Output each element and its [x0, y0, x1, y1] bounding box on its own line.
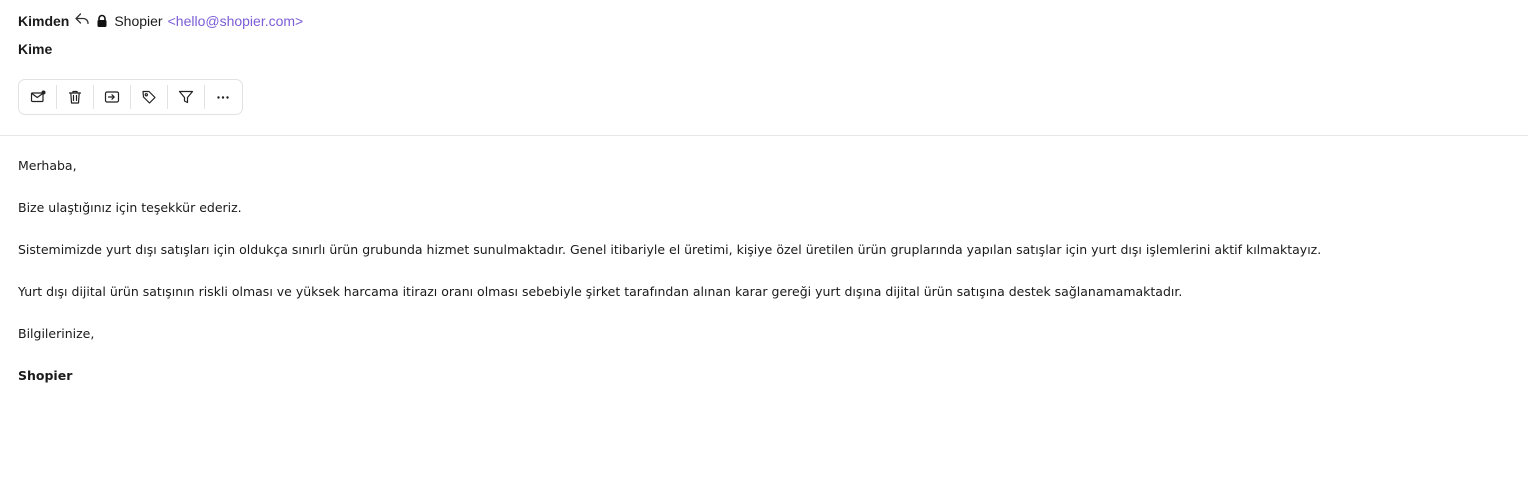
- filter-button[interactable]: [168, 80, 204, 114]
- message-toolbar: [18, 79, 243, 115]
- mail-dot-icon: [30, 90, 46, 103]
- sender-email[interactable]: <hello@shopier.com>: [168, 13, 304, 29]
- move-button[interactable]: [94, 80, 130, 114]
- to-label: Kime: [18, 41, 53, 57]
- from-row: Kimden Shopier <hello@shopier.com>: [18, 11, 303, 31]
- paragraph-1: Bize ulaştığınız için teşekkür ederiz.: [18, 200, 242, 215]
- lock-icon: [95, 14, 109, 28]
- more-button[interactable]: [205, 80, 241, 114]
- delete-button[interactable]: [57, 80, 93, 114]
- more-horizontal-icon: [217, 96, 229, 99]
- paragraph-2: Sistemimizde yurt dışı satışları için ol…: [18, 242, 1322, 257]
- greeting: Merhaba,: [18, 158, 77, 173]
- move-to-folder-icon: [104, 91, 120, 103]
- trash-icon: [68, 90, 82, 104]
- closing: Bilgilerinize,: [18, 326, 95, 341]
- from-label: Kimden: [18, 13, 70, 29]
- message-body: Merhaba, Bize ulaştığınız için teşekkür …: [18, 156, 1508, 408]
- replied-icon: [74, 11, 90, 27]
- mark-unread-button[interactable]: [20, 80, 56, 114]
- to-row: Kime: [18, 39, 52, 59]
- paragraph-3: Yurt dışı dijital ürün satışının riskli …: [18, 284, 1183, 299]
- tag-icon: [142, 90, 156, 104]
- signature: Shopier: [18, 368, 73, 383]
- tag-button[interactable]: [131, 80, 167, 114]
- sender-name: Shopier: [114, 13, 163, 29]
- message-header: Kimden Shopier <hello@shopier.com> Kime: [0, 0, 1528, 136]
- filter-icon: [178, 90, 194, 104]
